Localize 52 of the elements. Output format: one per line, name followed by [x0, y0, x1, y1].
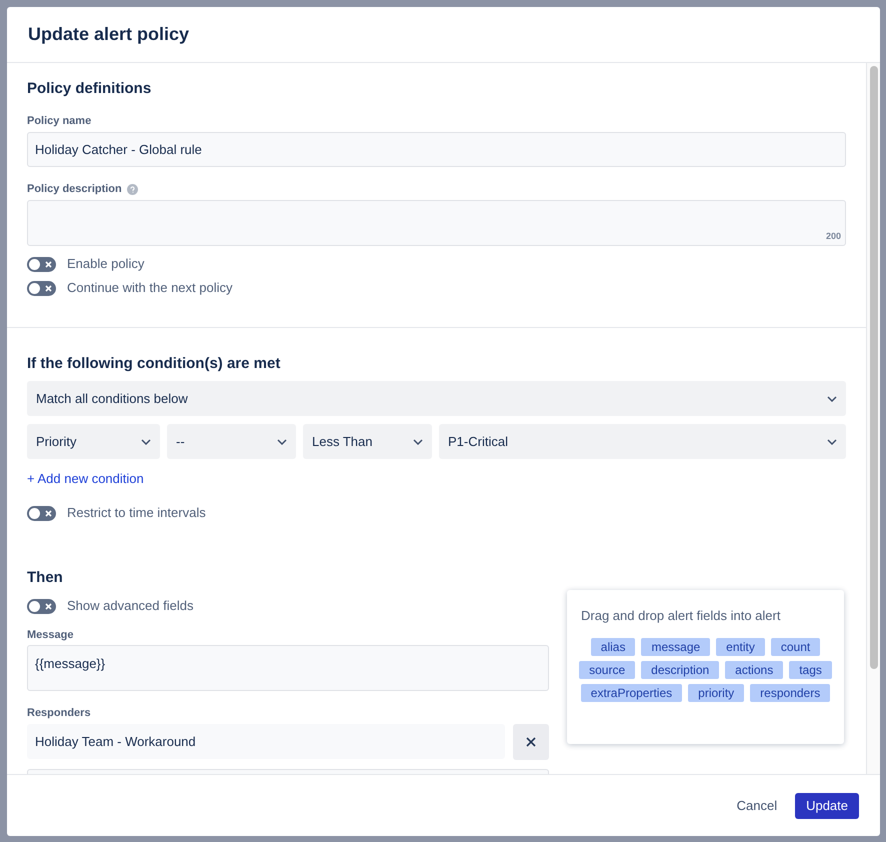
cross-icon — [45, 284, 52, 292]
field-chip[interactable]: priority — [688, 684, 744, 702]
text-input[interactable]: Holiday Catcher - Global rule — [27, 132, 846, 167]
close-icon — [526, 737, 536, 747]
cancel-button[interactable]: Cancel — [728, 792, 786, 818]
field-chip[interactable]: description — [641, 660, 720, 678]
dropdown-select[interactable]: Priority — [27, 424, 160, 459]
section-heading: Policy definitions — [27, 79, 152, 99]
chevron-down-icon — [827, 396, 837, 402]
dropdown-select[interactable]: Less Than — [303, 424, 432, 459]
character-counter: 200 — [826, 230, 841, 242]
field-label: Message — [27, 628, 74, 643]
dropdown-select[interactable]: P1-Critical — [439, 424, 846, 459]
field-label: Policy name — [27, 114, 92, 129]
field-chip[interactable]: entity — [716, 638, 765, 656]
dialog-title: Update alert policy — [28, 23, 190, 46]
toggle-switch[interactable] — [27, 256, 56, 272]
text-area[interactable]: 200 — [27, 200, 846, 246]
cross-icon — [45, 260, 52, 268]
section-heading: Then — [27, 568, 64, 588]
text-area[interactable]: {{message}} — [27, 645, 549, 691]
remove-button[interactable] — [513, 724, 549, 760]
section-heading: If the following condition(s) are met — [27, 354, 282, 374]
field-chip[interactable]: responders — [750, 684, 830, 702]
field-chip[interactable]: message — [641, 638, 710, 656]
field-label: Responders — [27, 706, 92, 721]
field-chip[interactable]: count — [770, 638, 820, 656]
chevron-down-icon — [827, 438, 837, 444]
chevron-down-icon — [277, 438, 287, 444]
chevron-down-icon — [141, 438, 151, 444]
field-chip[interactable]: alias — [590, 638, 636, 656]
toggle-switch[interactable] — [27, 280, 56, 296]
toggle-label: Continue with the next policy — [67, 279, 232, 298]
toggle-label: Enable policy — [67, 255, 144, 274]
toggle-label: Restrict to time intervals — [67, 504, 206, 522]
update-button[interactable]: Update — [795, 792, 859, 818]
toggle-switch[interactable] — [27, 506, 56, 520]
add-condition-link[interactable]: + Add new condition — [27, 471, 144, 486]
dropdown-select[interactable]: Match all conditions below — [27, 381, 846, 416]
field-chip[interactable]: extraProperties — [580, 684, 682, 702]
field-chip[interactable]: tags — [789, 660, 832, 678]
toggle-label: Show advanced fields — [67, 597, 194, 616]
panel-title: Drag and drop alert fields into alert — [581, 607, 782, 625]
field-chip[interactable]: actions — [725, 660, 784, 678]
cross-icon — [45, 602, 52, 610]
field-label: Policy description — [27, 182, 122, 197]
cross-icon — [45, 510, 52, 516]
responder-field[interactable]: Holiday Team - Workaround — [27, 724, 505, 759]
dropdown-select[interactable]: -- — [167, 424, 296, 459]
chevron-down-icon — [413, 438, 423, 444]
field-chip[interactable]: source — [579, 660, 636, 678]
toggle-switch[interactable] — [27, 598, 56, 614]
